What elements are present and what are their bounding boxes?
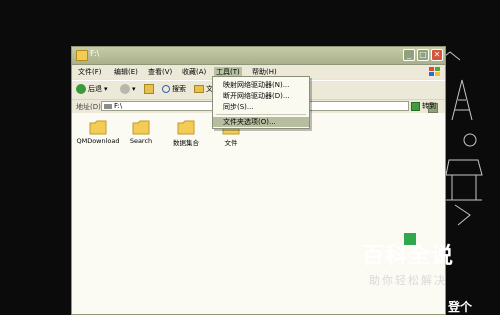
folder-icon bbox=[89, 120, 107, 135]
menu-item-disconnect-network-drive[interactable]: 断开网络驱动器(D)... bbox=[213, 91, 309, 101]
tools-menu-dropdown: 映射网络驱动器(N)... 断开网络驱动器(D)... 同步(S)... 文件夹… bbox=[212, 76, 310, 129]
folders-button[interactable]: 文 bbox=[194, 84, 213, 94]
search-icon bbox=[162, 85, 170, 93]
folder-label: 数据集合 bbox=[173, 139, 199, 147]
chevron-down-icon: ▾ bbox=[104, 85, 108, 93]
windows-logo-icon bbox=[429, 67, 440, 76]
folder-item[interactable]: 数据集合 bbox=[162, 119, 210, 147]
address-label: 地址(D) bbox=[76, 103, 101, 111]
menu-item-map-network-drive[interactable]: 映射网络驱动器(N)... bbox=[213, 80, 309, 90]
back-button[interactable]: 后退 ▾ bbox=[76, 84, 108, 94]
address-value: F:\ bbox=[114, 102, 123, 110]
watermark: 百科全说 助你轻松解决 bbox=[362, 238, 454, 288]
drive-icon bbox=[104, 104, 112, 109]
folder-icon bbox=[132, 120, 150, 135]
menu-file[interactable]: 文件(F) bbox=[76, 67, 104, 77]
forward-arrow-icon bbox=[120, 84, 130, 94]
search-label: 搜索 bbox=[172, 85, 186, 93]
folder-label: 文件 bbox=[224, 139, 238, 147]
folder-icon bbox=[76, 50, 88, 61]
forward-button[interactable]: ▾ bbox=[120, 84, 136, 94]
menu-item-synchronize[interactable]: 同步(S)... bbox=[213, 102, 309, 112]
search-button[interactable]: 搜索 bbox=[162, 84, 186, 94]
go-button[interactable]: 转到 bbox=[411, 101, 436, 111]
watermark-title: 百科全说 bbox=[362, 244, 455, 269]
folder-icon bbox=[177, 120, 195, 135]
title-bar: F:\ _ □ ✕ bbox=[72, 47, 445, 65]
go-label: 转到 bbox=[422, 102, 436, 110]
maximize-button[interactable]: □ bbox=[417, 49, 429, 61]
maximize-icon: □ bbox=[419, 50, 427, 59]
folder-item[interactable]: QMDownload bbox=[74, 119, 122, 145]
minimize-icon: _ bbox=[407, 50, 411, 59]
back-arrow-icon bbox=[76, 84, 86, 94]
up-folder-button[interactable] bbox=[144, 84, 154, 94]
menu-view[interactable]: 查看(V) bbox=[146, 67, 174, 77]
folders-icon bbox=[194, 85, 204, 93]
menu-favorites[interactable]: 收藏(A) bbox=[180, 67, 208, 77]
menu-separator bbox=[216, 114, 306, 115]
back-label: 后退 bbox=[88, 85, 102, 93]
watermark-subtitle: 助你轻松解决 bbox=[369, 274, 447, 287]
folder-label: QMDownload bbox=[76, 137, 120, 145]
minimize-button[interactable]: _ bbox=[403, 49, 415, 61]
window-title: F:\ bbox=[90, 49, 100, 58]
go-arrow-icon bbox=[411, 101, 420, 111]
folder-item[interactable]: Search bbox=[117, 119, 165, 145]
corner-text: 登个 bbox=[448, 300, 473, 314]
menu-item-folder-options[interactable]: 文件夹选项(O)... bbox=[213, 117, 309, 127]
folder-label: Search bbox=[129, 137, 153, 145]
up-folder-icon bbox=[144, 84, 154, 94]
menu-edit[interactable]: 编辑(E) bbox=[112, 67, 140, 77]
chevron-down-icon: ▾ bbox=[132, 85, 136, 93]
close-icon: ✕ bbox=[433, 50, 441, 59]
close-button[interactable]: ✕ bbox=[431, 49, 443, 61]
